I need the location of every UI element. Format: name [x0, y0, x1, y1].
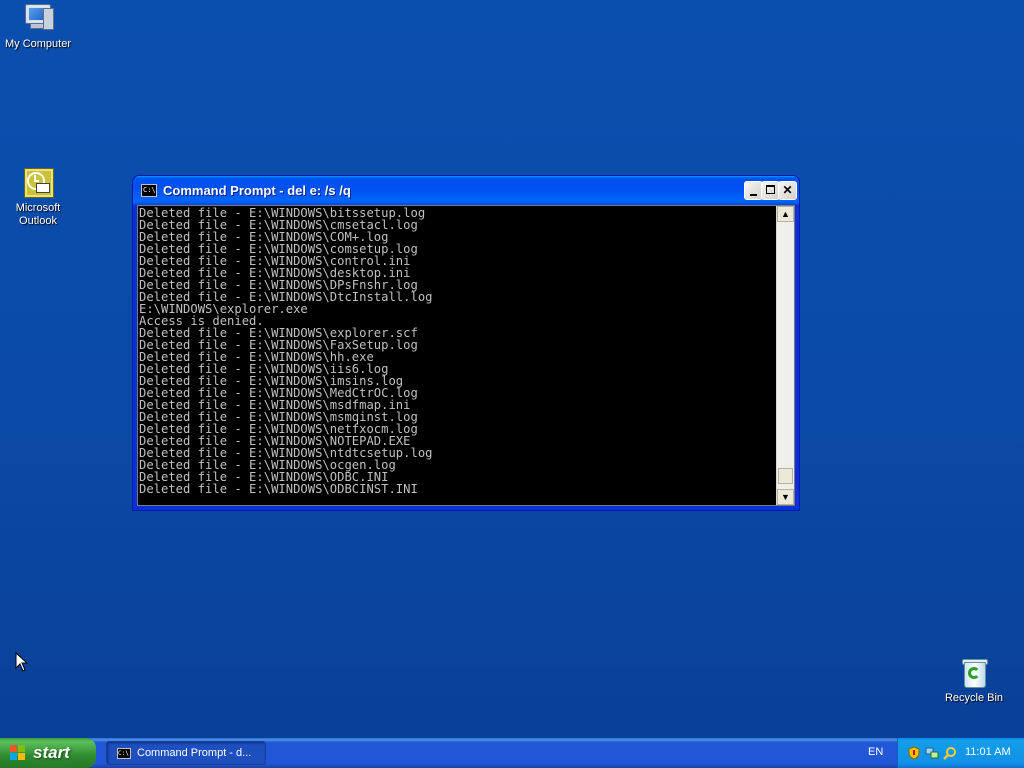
maximize-icon — [766, 185, 775, 194]
command-prompt-window[interactable]: C:\ Command Prompt - del e: /s /q ✕ Dele… — [132, 175, 800, 511]
desktop-icon-my-computer[interactable]: My Computer — [0, 2, 76, 51]
vertical-scrollbar[interactable]: ▲ ▼ — [776, 206, 794, 505]
arrow-up-icon: ▲ — [781, 209, 790, 219]
desktop-icon-label: My Computer — [4, 38, 72, 50]
language-indicator[interactable]: EN — [868, 746, 883, 758]
console-area[interactable]: Deleted file - E:\WINDOWS\bitssetup.log D… — [137, 205, 795, 506]
minimize-icon — [750, 194, 757, 196]
close-icon: ✕ — [782, 183, 793, 197]
scrollbar-thumb[interactable] — [778, 468, 793, 484]
window-titlebar[interactable]: C:\ Command Prompt - del e: /s /q ✕ — [133, 176, 799, 205]
system-tray: 11:01 AM — [897, 738, 1024, 768]
close-button[interactable]: ✕ — [778, 181, 797, 200]
my-computer-icon — [21, 2, 55, 36]
window-title: Command Prompt - del e: /s /q — [163, 183, 351, 198]
taskbar-button-label: Command Prompt - d... — [137, 747, 252, 759]
taskbar: start C:\ Command Prompt - d... EN 11:01… — [0, 738, 1024, 768]
arrow-down-icon: ▼ — [781, 492, 790, 502]
console-line: Deleted file - E:\WINDOWS\ODBCINST.INI — [139, 482, 418, 496]
start-label: start — [33, 743, 70, 762]
taskbar-button-command-prompt[interactable]: C:\ Command Prompt - d... — [106, 741, 266, 765]
scroll-up-button[interactable]: ▲ — [777, 206, 794, 222]
cmd-icon: C:\ — [141, 184, 157, 197]
cmd-icon: C:\ — [117, 748, 131, 759]
desktop-icon-label: Microsoft Outlook — [15, 202, 61, 227]
mouse-pointer-icon — [15, 652, 29, 672]
desktop-icon-outlook[interactable]: Microsoft Outlook — [0, 166, 76, 228]
search-icon[interactable] — [943, 746, 957, 760]
clock[interactable]: 11:01 AM — [965, 746, 1011, 758]
security-shield-icon[interactable] — [907, 746, 921, 760]
desktop-icon-recycle-bin[interactable]: Recycle Bin — [936, 656, 1012, 705]
windows-logo-icon — [10, 745, 27, 761]
desktop-icon-label: Recycle Bin — [944, 692, 1004, 704]
network-icon[interactable] — [925, 746, 939, 760]
console-output[interactable]: Deleted file - E:\WINDOWS\bitssetup.log D… — [138, 206, 776, 505]
start-button[interactable]: start — [0, 738, 96, 768]
outlook-icon — [21, 166, 55, 200]
scroll-down-button[interactable]: ▼ — [777, 489, 794, 505]
recycle-bin-icon — [957, 656, 991, 690]
